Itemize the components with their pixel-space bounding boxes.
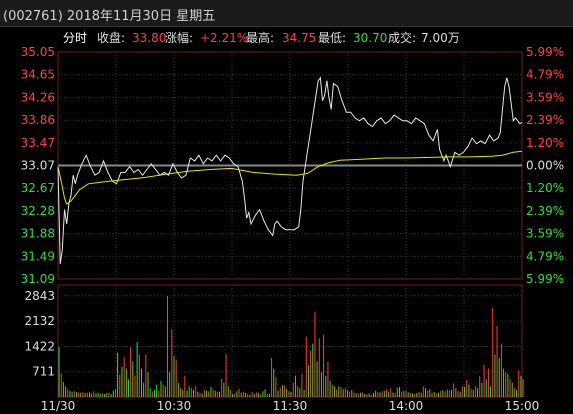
- percent-tick-label: 1.20%: [526, 136, 564, 150]
- time-tick-label: 15:00: [505, 399, 540, 413]
- price-tick-label: 33.07: [21, 159, 55, 173]
- price-tick-label: 32.67: [21, 181, 55, 195]
- price-tick-label: 34.65: [21, 68, 55, 82]
- percent-tick-label: 1.20%: [526, 181, 564, 195]
- window-title: (002761) 2018年11月30日 星期五: [3, 9, 216, 24]
- high-label: 最高:: [246, 30, 274, 45]
- close-label: 收盘:: [97, 30, 125, 45]
- change-value: +2.21%: [200, 31, 248, 45]
- price-tick-label: 34.26: [21, 90, 55, 104]
- percent-tick-label: 5.99%: [526, 272, 564, 286]
- volume-bars: [58, 295, 524, 397]
- percent-axis: 5.99% 4.79% 3.59% 2.39% 1.20% 0.00% 1.20% 2.39%…: [526, 45, 564, 286]
- time-axis: 11/30 10:30 11:30 14:00 15:00: [41, 399, 540, 413]
- volume-value: 7.00万: [421, 31, 460, 45]
- close-value: 33.80: [132, 31, 166, 45]
- price-tick-label: 33.47: [21, 136, 55, 150]
- percent-tick-label: 4.79%: [526, 249, 564, 263]
- price-tick-label: 35.05: [21, 45, 55, 59]
- low-label: 最低:: [318, 31, 346, 45]
- volume-panel-frame: [57, 284, 523, 398]
- price-tick-label: 33.86: [21, 113, 55, 127]
- time-tick-label: 14:00: [389, 399, 424, 413]
- time-tick-label: 11:30: [273, 399, 308, 413]
- price-tick-label: 32.28: [21, 204, 55, 218]
- percent-tick-label: 5.99%: [526, 45, 564, 59]
- percent-tick-label: 2.39%: [526, 113, 564, 127]
- intraday-chart[interactable]: 分时 收盘: 33.80 涨幅: +2.21% 最高: 34.75 最低: 30…: [0, 26, 573, 414]
- price-tick-label: 31.49: [21, 249, 55, 263]
- volume-axis: 2843 2132 1422 711: [24, 289, 55, 379]
- percent-tick-label: 2.39%: [526, 204, 564, 218]
- mode-label: 分时: [63, 31, 87, 45]
- price-tick-label: 31.88: [21, 227, 55, 241]
- volume-tick-label: 2843: [24, 289, 55, 303]
- volume-tick-label: 711: [32, 365, 55, 379]
- info-bar: 分时 收盘: 33.80 涨幅: +2.21% 最高: 34.75 最低: 30…: [63, 30, 460, 45]
- price-lines: [57, 76, 523, 265]
- volume-label: 成交:: [388, 30, 416, 45]
- percent-tick-label: 3.59%: [526, 227, 564, 241]
- volume-tick-label: 1422: [24, 339, 55, 353]
- volume-tick-label: 2132: [24, 314, 55, 328]
- percent-tick-label: 3.59%: [526, 90, 564, 104]
- price-line: [57, 76, 523, 265]
- time-tick-label: 11/30: [41, 399, 76, 413]
- price-axis: 35.05 34.65 34.26 33.86 33.47 33.07 32.67 32.28…: [21, 45, 55, 286]
- low-value: 30.70: [353, 31, 387, 45]
- chart-grid: [57, 51, 523, 398]
- time-tick-label: 10:30: [157, 399, 192, 413]
- price-tick-label: 31.09: [21, 272, 55, 286]
- title-bar: (002761) 2018年11月30日 星期五: [0, 0, 573, 27]
- percent-tick-label: 4.79%: [526, 68, 564, 82]
- high-value: 34.75: [282, 31, 316, 45]
- percent-tick-label: 0.00%: [526, 159, 564, 173]
- change-label: 涨幅:: [165, 30, 193, 45]
